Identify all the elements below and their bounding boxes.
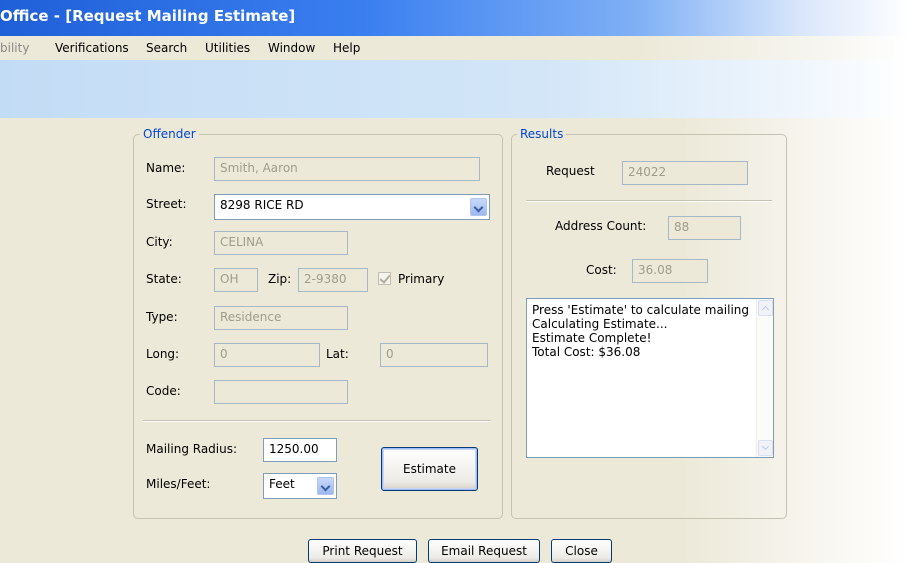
lat-field[interactable]: 0 <box>380 343 488 367</box>
offender-divider <box>143 420 491 422</box>
log-scrollbar[interactable] <box>756 299 773 457</box>
menu-help[interactable]: Help <box>333 41 360 55</box>
scroll-down-icon[interactable] <box>758 440 773 456</box>
type-field[interactable]: Residence <box>214 306 348 330</box>
state-label: State: <box>146 272 182 286</box>
estimate-button[interactable]: Estimate <box>381 447 478 491</box>
lat-label: Lat: <box>326 347 349 361</box>
street-select[interactable]: 8298 RICE RD <box>214 194 490 220</box>
type-label: Type: <box>146 310 178 324</box>
email-request-button[interactable]: Email Request <box>428 539 540 563</box>
city-field[interactable]: CELINA <box>214 231 348 255</box>
header-band <box>0 60 909 118</box>
units-select-value: Feet <box>269 477 295 491</box>
mailing-radius-input[interactable]: 1250.00 <box>263 438 337 462</box>
primary-label: Primary <box>398 272 445 286</box>
log-line: Calculating Estimate... <box>532 317 668 331</box>
menu-search[interactable]: Search <box>146 41 187 55</box>
request-field[interactable]: 24022 <box>622 161 748 185</box>
units-select[interactable]: Feet <box>263 473 337 499</box>
code-label: Code: <box>146 384 181 398</box>
title-bar: Office - [Request Mailing Estimate] <box>0 0 909 36</box>
menu-bar: bility Verifications Search Utilities Wi… <box>0 36 909 60</box>
scroll-up-icon[interactable] <box>758 300 773 316</box>
menu-utilities[interactable]: Utilities <box>205 41 250 55</box>
zip-field[interactable]: 2-9380 <box>298 268 368 292</box>
city-label: City: <box>146 235 173 249</box>
street-select-value: 8298 RICE RD <box>220 198 304 212</box>
chevron-down-icon[interactable] <box>317 477 334 495</box>
code-field[interactable] <box>214 380 348 404</box>
primary-checkbox[interactable] <box>378 272 391 285</box>
address-count-label: Address Count: <box>555 219 647 233</box>
results-divider <box>526 200 772 202</box>
miles-feet-label: Miles/Feet: <box>146 477 211 491</box>
status-log[interactable]: Press 'Estimate' to calculate mailing Ca… <box>526 298 774 458</box>
menu-window[interactable]: Window <box>268 41 315 55</box>
cost-label: Cost: <box>586 263 617 277</box>
offender-legend: Offender <box>140 127 199 141</box>
log-line: Press 'Estimate' to calculate mailing <box>532 303 750 317</box>
print-request-button[interactable]: Print Request <box>308 539 417 563</box>
window-title: Office - [Request Mailing Estimate] <box>0 7 296 25</box>
state-field[interactable]: OH <box>214 268 258 292</box>
menu-accessibility[interactable]: bility <box>0 41 29 55</box>
street-label: Street: <box>146 197 187 211</box>
log-line: Estimate Complete! <box>532 331 652 345</box>
long-field[interactable]: 0 <box>214 343 320 367</box>
request-label: Request <box>546 164 595 178</box>
close-button[interactable]: Close <box>551 539 612 563</box>
name-field[interactable]: Smith, Aaron <box>214 157 480 181</box>
chevron-down-icon[interactable] <box>470 198 487 216</box>
address-count-field[interactable]: 88 <box>668 216 741 240</box>
menu-verifications[interactable]: Verifications <box>55 41 129 55</box>
cost-field[interactable]: 36.08 <box>632 259 708 283</box>
log-line: Total Cost: $36.08 <box>532 345 641 359</box>
results-legend: Results <box>517 127 567 141</box>
name-label: Name: <box>146 161 186 175</box>
zip-label: Zip: <box>268 272 292 286</box>
long-label: Long: <box>146 347 180 361</box>
mailing-radius-label: Mailing Radius: <box>146 442 238 456</box>
